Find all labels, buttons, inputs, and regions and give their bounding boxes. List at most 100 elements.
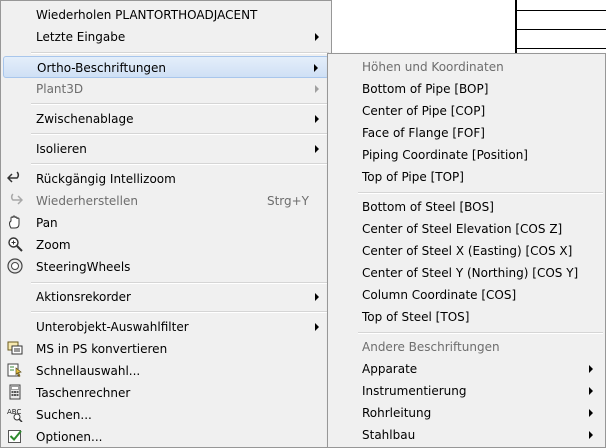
submenu-item-label: Instrumentierung [362,384,467,398]
menu-item-label: Isolieren [36,142,87,156]
menu-separator [31,133,329,135]
submenu-item-cos-y[interactable]: Center of Steel Y (Northing) [COS Y] [330,262,603,284]
submenu-header-other: Andere Beschriftungen [330,336,603,358]
menu-item-label: Zwischenablage [36,112,134,126]
pan-hand-icon [9,215,20,229]
calculator-icon [9,384,21,400]
submenu-item-cop[interactable]: Center of Pipe [COP] [330,100,603,122]
submenu-item-label: Rohrleitung [362,406,432,420]
submenu-arrow-icon [315,85,319,93]
ortho-labels-submenu: Höhen und Koordinaten Bottom of Pipe [BO… [327,53,606,448]
submenu-arrow-icon [315,145,319,153]
menu-item-label: Zoom [36,238,71,252]
menu-item-isolate[interactable]: Isolieren [3,138,329,160]
menu-item-label: Letzte Eingabe [36,30,126,44]
menu-item-find[interactable]: ABC Suchen... [3,404,329,426]
menu-item-label: Optionen... [36,430,103,444]
menu-separator [31,311,329,313]
submenu-item-top-of-pipe[interactable]: Top of Pipe [TOP] [330,166,603,188]
context-menu: Wiederholen PLANTORTHOADJACENT Letzte Ei… [0,0,332,448]
ms-ps-convert-icon [7,341,23,355]
drawing-title-block [517,0,606,53]
menu-item-plant3d[interactable]: Plant3D [3,78,329,100]
menu-separator [358,332,603,334]
submenu-header-label: Höhen und Koordinaten [362,60,504,74]
menu-item-action-recorder[interactable]: Aktionsrekorder [3,286,329,308]
menu-item-pan[interactable]: Pan [3,212,329,234]
menu-item-label: Plant3D [36,82,84,96]
submenu-arrow-icon [315,323,319,331]
submenu-item-label: Top of Steel [TOS] [362,310,470,324]
submenu-header-heights: Höhen und Koordinaten [330,56,603,78]
menu-item-shortcut: Strg+Y [266,194,309,208]
menu-item-repeat[interactable]: Wiederholen PLANTORTHOADJACENT [3,4,329,26]
submenu-arrow-icon [589,409,593,417]
menu-item-label: Unterobjekt-Auswahlfilter [36,320,189,334]
menu-item-label: Suchen... [36,408,92,422]
submenu-item-label: Column Coordinate [COS] [362,288,517,302]
menu-separator [31,163,329,165]
submenu-item-bos[interactable]: Bottom of Steel [BOS] [330,196,603,218]
menu-item-redo[interactable]: Wiederherstellen Strg+Y [3,190,329,212]
undo-arrow-icon [7,171,20,183]
menu-item-label: Pan [36,216,58,230]
menu-item-last-input[interactable]: Letzte Eingabe [3,26,329,48]
submenu-item-steel[interactable]: Stahlbau [330,424,603,446]
menu-item-clipboard[interactable]: Zwischenablage [3,108,329,130]
submenu-arrow-icon [314,64,318,72]
submenu-item-cos-z[interactable]: Center of Steel Elevation [COS Z] [330,218,603,240]
menu-item-calculator[interactable]: Taschenrechner [3,382,329,404]
submenu-item-label: Stahlbau [362,428,416,442]
submenu-item-label: Bottom of Steel [BOS] [362,200,494,214]
menu-item-label: Wiederherstellen [36,194,138,208]
submenu-item-cos-x[interactable]: Center of Steel X (Easting) [COS X] [330,240,603,262]
submenu-arrow-icon [315,115,319,123]
submenu-item-label: Face of Flange [FOF] [362,126,485,140]
submenu-item-label: Apparate [362,362,418,376]
submenu-item-apparatus[interactable]: Apparate [330,358,603,380]
menu-item-label: Ortho-Beschriftungen [37,61,167,75]
submenu-item-piping-coordinate[interactable]: Piping Coordinate [Position] [330,144,603,166]
submenu-arrow-icon [589,365,593,373]
steering-wheel-icon [7,258,23,274]
menu-item-label: Taschenrechner [36,386,131,400]
submenu-arrow-icon [589,431,593,439]
menu-separator [358,192,603,194]
menu-item-label: Wiederholen PLANTORTHOADJACENT [36,8,258,22]
find-text-icon: ABC [7,408,23,422]
menu-separator [31,282,329,284]
submenu-arrow-icon [315,293,319,301]
menu-separator [31,103,329,105]
submenu-item-instrumentation[interactable]: Instrumentierung [330,380,603,402]
menu-item-label: MS in PS konvertieren [36,342,168,356]
submenu-item-tos[interactable]: Top of Steel [TOS] [330,306,603,328]
submenu-item-label: Bottom of Pipe [BOP] [362,82,489,96]
submenu-arrow-icon [315,33,319,41]
submenu-arrow-icon [589,387,593,395]
menu-item-label: SteeringWheels [36,260,131,274]
submenu-item-bop[interactable]: Bottom of Pipe [BOP] [330,78,603,100]
submenu-item-column-coordinate[interactable]: Column Coordinate [COS] [330,284,603,306]
submenu-item-fof[interactable]: Face of Flange [FOF] [330,122,603,144]
submenu-item-label: Center of Steel X (Easting) [COS X] [362,244,573,258]
menu-separator [31,52,329,54]
menu-item-quick-select[interactable]: Schnellauswahl... [3,360,329,382]
submenu-item-piping[interactable]: Rohrleitung [330,402,603,424]
quick-select-icon [7,363,22,377]
menu-item-subobject-filter[interactable]: Unterobjekt-Auswahlfilter [3,316,329,338]
submenu-item-label: Center of Steel Elevation [COS Z] [362,222,563,236]
options-checkbox-icon [8,430,22,443]
menu-item-ms-in-ps[interactable]: MS in PS konvertieren [3,338,329,360]
menu-item-label: Rückgängig Intellizoom [36,172,176,186]
menu-item-steeringwheels[interactable]: SteeringWheels [3,256,329,278]
submenu-item-label: Center of Pipe [COP] [362,104,486,118]
submenu-item-label: Top of Pipe [TOP] [362,170,464,184]
menu-item-undo-intellizoom[interactable]: Rückgängig Intellizoom [3,168,329,190]
redo-arrow-icon [10,193,23,205]
menu-item-options[interactable]: Optionen... [3,426,329,448]
menu-item-label: Schnellauswahl... [36,364,141,378]
submenu-item-label: Piping Coordinate [Position] [362,148,528,162]
menu-item-ortho-labels[interactable]: Ortho-Beschriftungen [3,56,329,78]
menu-item-label: Aktionsrekorder [36,290,131,304]
menu-item-zoom[interactable]: Zoom [3,234,329,256]
